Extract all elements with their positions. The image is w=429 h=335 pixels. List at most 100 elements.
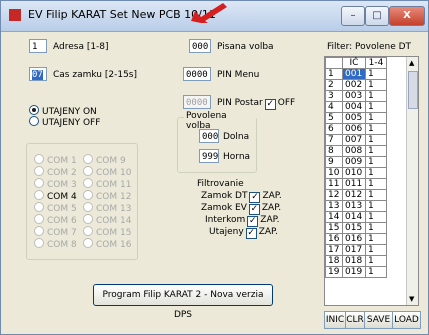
table-row[interactable]: 3 003 1 xyxy=(325,90,387,102)
table-row[interactable]: 2 002 1 xyxy=(325,79,387,91)
radio-selected-icon xyxy=(29,105,39,115)
table-row[interactable]: 12 012 1 xyxy=(325,189,387,201)
com-label: COM 1 xyxy=(47,156,77,166)
grid-cell: 1 xyxy=(365,79,387,91)
com-radio-14[interactable]: COM 14 xyxy=(83,214,131,226)
table-row[interactable]: 4 004 1 xyxy=(325,101,387,113)
com-label: COM 16 xyxy=(96,240,132,250)
title-bar[interactable]: EV Filip KARAT Set New PCB 10/11 – □ X xyxy=(1,1,428,32)
grid-cell: 10 xyxy=(325,167,343,179)
com-radio-1[interactable]: COM 1 xyxy=(34,154,77,166)
filter-checkbox[interactable]: ✓ xyxy=(249,192,261,203)
save-button[interactable]: SAVE xyxy=(364,311,393,329)
com-radio-3[interactable]: COM 3 xyxy=(34,178,77,190)
filter-zamok-dt[interactable]: Zamok DT ✓ ZAP. xyxy=(201,191,301,203)
grid-cell: 17 xyxy=(325,244,343,256)
grid-cell: 9 xyxy=(325,156,343,168)
minimize-button[interactable]: – xyxy=(341,6,365,26)
pin-postar-text: PIN Postar xyxy=(217,98,263,108)
grid-header: IČ xyxy=(342,57,366,69)
povolena-volba-label: Povolena volba xyxy=(184,111,256,131)
inic-button[interactable]: INIC xyxy=(324,311,346,329)
horna-input[interactable]: 999 xyxy=(199,149,219,163)
address-input[interactable]: 1 xyxy=(29,39,47,53)
grid-cell: 18 xyxy=(325,255,343,267)
dt-grid[interactable]: IČ 1-4 1 001 1 2 002 1 3 003 1 4 004 1 5 005 1 6 00… xyxy=(324,56,419,306)
table-row[interactable]: 10 010 1 xyxy=(325,167,387,179)
table-row[interactable]: 5 005 1 xyxy=(325,112,387,124)
com-label: COM 13 xyxy=(96,204,132,214)
grid-cell: 1 xyxy=(365,101,387,113)
radio-icon xyxy=(34,190,44,200)
grid-cell: 019 xyxy=(342,266,366,278)
com-radio-4[interactable]: COM 4 xyxy=(34,190,77,202)
com-radio-9[interactable]: COM 9 xyxy=(83,154,126,166)
table-row[interactable]: 8 008 1 xyxy=(325,145,387,157)
filter-zamok-ev[interactable]: Zamok EV ✓ ZAP. xyxy=(201,203,301,215)
table-row[interactable]: 9 009 1 xyxy=(325,156,387,168)
grid-cell: 1 xyxy=(365,189,387,201)
com-radio-2[interactable]: COM 2 xyxy=(34,166,77,178)
pin-postar-label: PIN Postar ✓ OFF xyxy=(217,98,295,110)
grid-cell: 6 xyxy=(325,123,343,135)
program-button[interactable]: Program Filip KARAT 2 - Nova verzia DPS xyxy=(93,284,273,320)
table-row[interactable]: 1 001 1 xyxy=(325,68,387,80)
com-radio-10[interactable]: COM 10 xyxy=(83,166,131,178)
table-row[interactable]: 14 014 1 xyxy=(325,211,387,223)
scroll-down-icon[interactable]: ▼ xyxy=(409,295,414,303)
table-row[interactable]: 6 006 1 xyxy=(325,123,387,135)
com-radio-11[interactable]: COM 11 xyxy=(83,178,131,190)
grid-cell: 8 xyxy=(325,145,343,157)
com-radio-13[interactable]: COM 13 xyxy=(83,202,131,214)
com-radio-12[interactable]: COM 12 xyxy=(83,190,131,202)
filter-checkbox[interactable]: ✓ xyxy=(247,216,259,227)
grid-scrollbar[interactable]: ▲ ▼ xyxy=(406,57,418,305)
pin-postar-input[interactable]: 0000 xyxy=(183,95,211,109)
pin-menu-input[interactable]: 0000 xyxy=(183,67,211,81)
table-row[interactable]: 17 017 1 xyxy=(325,244,387,256)
grid-cell: 017 xyxy=(342,244,366,256)
pisana-volba-input[interactable]: 000 xyxy=(189,39,211,53)
table-row[interactable]: 13 013 1 xyxy=(325,200,387,212)
filter-state: ZAP. xyxy=(260,215,280,225)
dolna-input[interactable]: 000 xyxy=(199,129,219,143)
maximize-button[interactable]: □ xyxy=(365,6,389,26)
com-radio-16[interactable]: COM 16 xyxy=(83,238,131,250)
filter-checkbox[interactable]: ✓ xyxy=(245,228,257,239)
load-button[interactable]: LOAD xyxy=(392,311,421,329)
table-row[interactable]: 19 019 1 xyxy=(325,266,387,278)
povolena-volba-group: Povolena volba xyxy=(177,111,257,173)
filtrovanie-label: Filtrovanie xyxy=(197,179,244,189)
table-row[interactable]: 18 018 1 xyxy=(325,255,387,267)
filter-title: Filter: Povolene DT xyxy=(327,42,412,52)
com-radio-15[interactable]: COM 15 xyxy=(83,226,131,238)
grid-cell: 2 xyxy=(325,79,343,91)
pin-postar-checkbox[interactable]: ✓ xyxy=(264,99,276,110)
scroll-thumb[interactable] xyxy=(408,71,418,109)
filter-interkom[interactable]: Interkom ✓ ZAP. xyxy=(205,215,305,227)
lock-time-input[interactable]: 07 xyxy=(29,67,47,81)
table-row[interactable]: 15 015 1 xyxy=(325,222,387,234)
com-label: COM 10 xyxy=(96,168,132,178)
com-radio-7[interactable]: COM 7 xyxy=(34,226,77,238)
close-button[interactable]: X xyxy=(389,6,425,26)
grid-cell: 1 xyxy=(365,200,387,212)
filter-checkbox[interactable]: ✓ xyxy=(248,204,260,215)
com-radio-6[interactable]: COM 6 xyxy=(34,214,77,226)
grid-cell: 1 xyxy=(365,112,387,124)
grid-cell: 002 xyxy=(342,79,366,91)
scroll-up-icon[interactable]: ▲ xyxy=(409,59,414,67)
grid-cell: 14 xyxy=(325,211,343,223)
table-row[interactable]: 11 011 1 xyxy=(325,178,387,190)
com-radio-8[interactable]: COM 8 xyxy=(34,238,77,250)
table-row[interactable]: 16 016 1 xyxy=(325,233,387,245)
dolna-label: Dolna xyxy=(223,132,250,142)
com-radio-5[interactable]: COM 5 xyxy=(34,202,77,214)
hidden-off-radio[interactable]: UTAJENY OFF xyxy=(29,116,100,128)
grid-header: 1-4 xyxy=(365,57,387,69)
filter-utajeny[interactable]: Utajeny ✓ ZAP. xyxy=(209,227,309,239)
table-row[interactable]: 7 007 1 xyxy=(325,134,387,146)
com-label: COM 14 xyxy=(96,216,132,226)
clr-button[interactable]: CLR xyxy=(345,311,365,329)
grid-cell: 5 xyxy=(325,112,343,124)
